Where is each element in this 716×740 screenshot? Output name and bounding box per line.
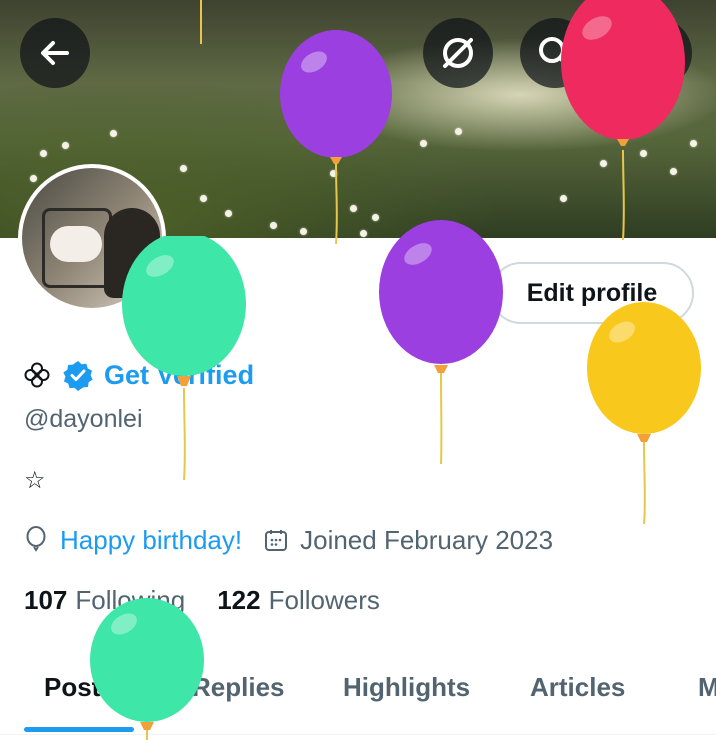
- pink-balloon-icon: [561, 0, 685, 240]
- profile-bio: ☆: [24, 467, 46, 494]
- grok-icon: [443, 38, 473, 68]
- followers-count: 122: [217, 584, 261, 615]
- back-arrow-icon: [41, 41, 69, 65]
- tab-media[interactable]: M: [698, 672, 716, 703]
- purple-balloon-icon: [379, 220, 503, 464]
- yellow-balloon-icon: [587, 302, 701, 524]
- birthday-link[interactable]: Happy birthday!: [60, 525, 242, 556]
- joined-date: Joined February 2023: [300, 524, 554, 555]
- followers-label: Followers: [268, 584, 380, 615]
- grok-button[interactable]: [423, 18, 493, 88]
- calendar-icon: [265, 530, 288, 551]
- following-count: 107: [24, 584, 68, 615]
- balloon-icon: [26, 526, 46, 552]
- green-balloon-icon: [90, 598, 204, 740]
- flower-icon: [24, 362, 50, 388]
- yellow-balloon-string: [200, 0, 202, 44]
- verified-badge-icon: [63, 361, 93, 391]
- tab-highlights[interactable]: Highlights: [343, 672, 470, 703]
- back-button[interactable]: [20, 18, 90, 88]
- tab-articles[interactable]: Articles: [530, 672, 625, 703]
- followers-stat[interactable]: 122 Followers: [217, 585, 380, 616]
- purple-balloon-icon: [280, 30, 392, 244]
- green-balloon-icon: [122, 236, 246, 480]
- profile-meta-row: Happy birthday! Joined February 2023: [24, 522, 553, 558]
